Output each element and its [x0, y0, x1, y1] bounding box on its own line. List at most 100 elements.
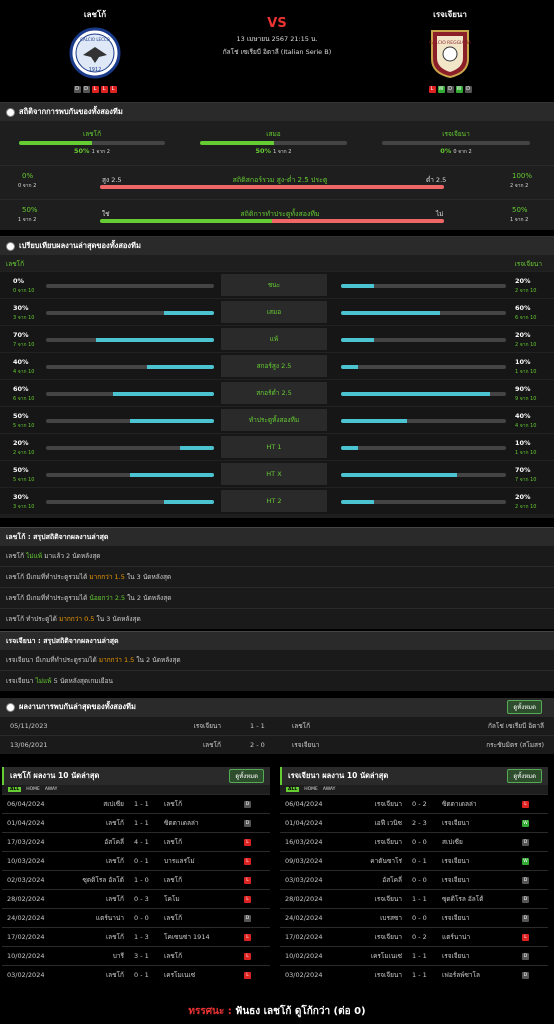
match-away: บารแลร่โม่ [164, 857, 195, 865]
compare-home: เลชโก้ [6, 260, 25, 268]
result-badge: D [244, 820, 251, 827]
match-row[interactable]: 09/03/2024 คาตันซาโร่ 0 - 1 เรจเจียนา W [280, 851, 548, 870]
tab-home[interactable]: HOME [26, 787, 40, 792]
compare-row: 40% 4 จาก 10 สกอร์สูง 2.5 10% 1 จาก 10 [0, 352, 554, 379]
match-row[interactable]: 06/04/2024 สเปเซีย 1 - 1 เลชโก้ D [2, 794, 270, 813]
away-form: LWDWD [395, 86, 505, 93]
result-badge: L [522, 801, 529, 808]
match-home: เลชโก้ [105, 819, 124, 827]
match-away: เลชโก้ [164, 838, 183, 846]
match-row[interactable]: 10/03/2024 เลชโก้ 0 - 1 บารแลร่โม่ L [2, 851, 270, 870]
summary-away: เรจเจียนา : สรุปสถิติจากผลงานล่าสุด เรจเ… [0, 631, 554, 691]
match-row[interactable]: 03/03/2024 อัสโคลี่ 0 - 0 เรจเจียนา D [280, 870, 548, 889]
match-row[interactable]: 24/02/2024 เบรสซา 0 - 0 เรจเจียนา D [280, 908, 548, 927]
history-title: ผลงานการพบกันล่าสุดของทั้งสองทีม [19, 702, 136, 711]
compare-section: เปรียบเทียบผลงานล่าสุดของทั้งสองทีม เลชโ… [0, 236, 554, 518]
away-team-name: เรจเจียนา [433, 10, 467, 19]
match-away: เลชโก้ [164, 876, 183, 884]
history-competition: กระชับมิตร (สโมสร) [486, 741, 544, 749]
summary-highlight: มากกว่า 1.5 [98, 656, 135, 664]
match-score: 0 - 0 [412, 914, 427, 922]
compare-header: เปรียบเทียบผลงานล่าสุดของทั้งสองทีม [0, 237, 554, 255]
history-date: 13/06/2021 [10, 741, 48, 749]
match-date: 17/02/2024 [285, 933, 323, 941]
compare-home-value: 50% [13, 412, 29, 420]
history-row[interactable]: 05/11/2023 เรจเจียนา 1 - 1 เลชโก้ กัลโช่ เซเ… [0, 716, 554, 735]
compare-label: HT 1 [221, 436, 327, 458]
tab-away[interactable]: AWAY [45, 787, 58, 792]
compare-away-value: 60% [515, 304, 531, 312]
match-row[interactable]: 17/03/2024 อัสโคลี่ 4 - 1 เลชโก้ L [2, 832, 270, 851]
away-team[interactable]: เรจเจียนา CALCIO REGGIANA LWDWD [395, 8, 505, 93]
ou-left-pct: 0% [22, 172, 34, 180]
match-row[interactable]: 28/02/2024 เรจเจียนา 1 - 1 ซุดติโรล อัลโต้ D [280, 889, 548, 908]
history-row[interactable]: 13/06/2021 เลชโก้ 2 - 0 เรจเจียนา กระชับมิตร… [0, 735, 554, 754]
compare-home-sub: 5 จาก 10 [13, 423, 35, 429]
history-home: เรจเจียนา [193, 722, 221, 730]
form-badge: D [82, 86, 90, 93]
result-badge: L [244, 934, 251, 941]
last10-away-view-all-button[interactable]: ดูทั้งหมด [507, 769, 542, 783]
match-date: 17/03/2024 [7, 838, 45, 846]
match-row[interactable]: 28/02/2024 เลชโก้ 0 - 3 โคโม L [2, 889, 270, 908]
compare-away-sub: 4 จาก 10 [515, 423, 537, 429]
form-badge: W [455, 86, 463, 93]
match-row[interactable]: 03/02/2024 เรจเจียนา 1 - 1 เฟอร์ลพ์ซาโล D [280, 965, 548, 984]
summary-row: เลชโก้ มีเกมที่ทำประตูรวมได้ น้อยกว่า 2.… [0, 587, 554, 608]
match-date: 24/02/2024 [7, 914, 45, 922]
away-crest-text: CALCIO REGGIANA [429, 40, 472, 46]
compare-home-value: 50% [13, 466, 29, 474]
compare-home-value: 20% [13, 439, 29, 447]
match-date: 01/04/2024 [7, 819, 45, 827]
ball-icon [6, 107, 15, 117]
tab-home[interactable]: HOME [304, 787, 318, 792]
match-date: 10/02/2024 [285, 952, 323, 960]
btts-right-label: ไม่ [436, 210, 444, 218]
compare-home-sub: 3 จาก 10 [13, 504, 35, 510]
compare-home-bar [46, 419, 214, 423]
prediction-label: ทรรศนะ : [188, 1006, 232, 1017]
tab-away[interactable]: AWAY [323, 787, 336, 792]
match-home: เบรสซา [380, 914, 402, 922]
match-row[interactable]: 03/02/2024 เลชโก้ 0 - 1 เครโมเนเซ่ L [2, 965, 270, 984]
form-badge: W [437, 86, 445, 93]
match-row[interactable]: 10/02/2024 เครโมเนเซ่ 1 - 1 เรจเจียนา D [280, 946, 548, 965]
match-row[interactable]: 01/04/2024 เอฟี เวนิซ 2 - 3 เรจเจียนา W [280, 813, 548, 832]
compare-home-bar [46, 284, 214, 288]
match-row[interactable]: 02/03/2024 ซุดติโรล อัลโต้ 1 - 0 เลชโก้ L [2, 870, 270, 889]
result-badge: L [244, 972, 251, 979]
history-competition: กัลโช่ เซเรียบี อิตาลี [488, 722, 544, 730]
match-row[interactable]: 10/02/2024 บารี 3 - 1 เลชโก้ L [2, 946, 270, 965]
match-score: 1 - 1 [134, 800, 149, 808]
match-row[interactable]: 17/02/2024 เรจเจียนา 0 - 2 แตร์นาน่า L [280, 927, 548, 946]
result-badge: D [522, 839, 529, 846]
compare-home-value: 70% [13, 331, 29, 339]
result-badge: D [244, 801, 251, 808]
match-row[interactable]: 01/04/2024 เลชโก้ 1 - 1 ซิตตาเดลล่า D [2, 813, 270, 832]
summary-text: เลชโก้ [6, 552, 27, 560]
match-row[interactable]: 17/02/2024 เลชโก้ 1 - 3 โคเซนซ่า 1914 L [2, 927, 270, 946]
summary-row: เลชโก้ มีเกมที่ทำประตูรวมได้ มากกว่า 1.5… [0, 566, 554, 587]
match-row[interactable]: 06/04/2024 เรจเจียนา 0 - 2 ซิตตาเดลล่า L [280, 794, 548, 813]
summary-row: เรจเจียนา มีเกมที่ทำประตูรวมได้ มากกว่า … [0, 649, 554, 670]
prediction-text: ฟันธง เลชโก้ ดูโก้กว่า (ต่อ 0) [235, 1006, 366, 1017]
h2h-section: สถิติจากการพบกันของทั้งสองทีม เลชโก้ 50%… [0, 102, 554, 230]
history-view-all-button[interactable]: ดูทั้งหมด [507, 700, 542, 714]
summary-row: เลชโก้ ไม่แพ้ มาแล้ว 2 นัดหลังสุด [0, 545, 554, 566]
match-row[interactable]: 24/02/2024 แตร์นาน่า 0 - 0 เลชโก้ D [2, 908, 270, 927]
last10-home-header: เลชโก้ ผลงาน 10 นัดล่าสุด ดูทั้งหมด [2, 767, 270, 785]
tab-all[interactable]: ALL [8, 787, 22, 792]
match-score: 0 - 0 [134, 914, 149, 922]
result-badge: L [244, 839, 251, 846]
match-row[interactable]: 16/03/2024 เรจเจียนา 0 - 0 สเปเซีย D [280, 832, 548, 851]
match-score: 1 - 1 [412, 895, 427, 903]
form-badge: L [428, 86, 436, 93]
summary-home-title: เลชโก้ : สรุปสถิติจากผลงานล่าสุด [0, 527, 554, 545]
match-score: 0 - 1 [134, 971, 149, 979]
result-badge: L [244, 896, 251, 903]
match-home: เรจเจียนา [374, 838, 402, 846]
tab-all[interactable]: ALL [286, 787, 300, 792]
last10-home-view-all-button[interactable]: ดูทั้งหมด [229, 769, 264, 783]
compare-row: 20% 2 จาก 10 HT 1 10% 1 จาก 10 [0, 433, 554, 460]
match-home: คาตันซาโร่ [370, 857, 402, 865]
